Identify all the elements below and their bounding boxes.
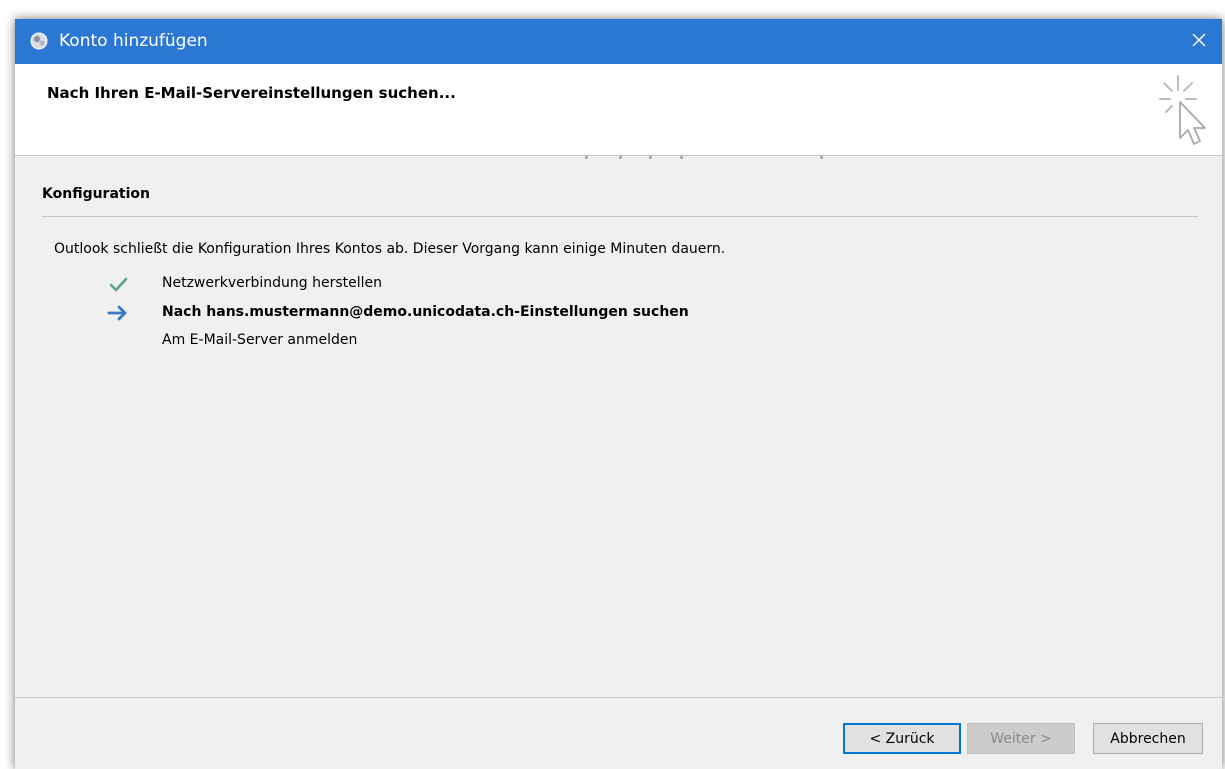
progress-dot [820, 156, 823, 159]
step-network-connection: Netzwerkverbindung herstellen [107, 273, 1007, 297]
title-bar[interactable]: Konto hinzufügen [15, 19, 1222, 64]
back-button[interactable]: < Zurück [843, 723, 961, 754]
outlook-app-icon [29, 31, 49, 51]
close-button[interactable] [1176, 19, 1222, 64]
cursor-click-icon [1156, 72, 1212, 150]
wizard-header: Nach Ihren E-Mail-Servereinstellungen su… [15, 64, 1222, 156]
section-heading: Konfiguration [42, 186, 150, 202]
progress-dot [619, 156, 622, 159]
arrow-right-icon [107, 302, 129, 324]
progress-indicator [15, 155, 1222, 161]
section-divider [42, 216, 1198, 217]
footer-divider [15, 697, 1222, 698]
wizard-step-title: Nach Ihren E-Mail-Servereinstellungen su… [47, 84, 456, 102]
cancel-button[interactable]: Abbrechen [1093, 723, 1203, 754]
step-label: Netzwerkverbindung herstellen [162, 275, 383, 291]
step-search-settings: Nach hans.mustermann@demo.unicodata.ch-E… [107, 302, 1007, 326]
close-icon [1191, 32, 1207, 52]
progress-dot [649, 156, 652, 159]
check-icon [107, 273, 129, 295]
window-title: Konto hinzufügen [59, 31, 208, 51]
step-server-login: Am E-Mail-Server anmelden [107, 330, 1007, 354]
step-label: Nach hans.mustermann@demo.unicodata.ch-E… [162, 304, 689, 320]
next-button[interactable]: Weiter > [967, 723, 1075, 754]
configuration-description: Outlook schließt die Konfiguration Ihres… [54, 241, 726, 257]
step-label: Am E-Mail-Server anmelden [162, 332, 358, 348]
progress-dot [680, 156, 683, 159]
screen-background: Konto hinzufügen Nach Ihren E-Mail-Serve… [0, 0, 1225, 769]
progress-dot [585, 156, 588, 159]
add-account-dialog: Konto hinzufügen Nach Ihren E-Mail-Serve… [15, 19, 1222, 769]
